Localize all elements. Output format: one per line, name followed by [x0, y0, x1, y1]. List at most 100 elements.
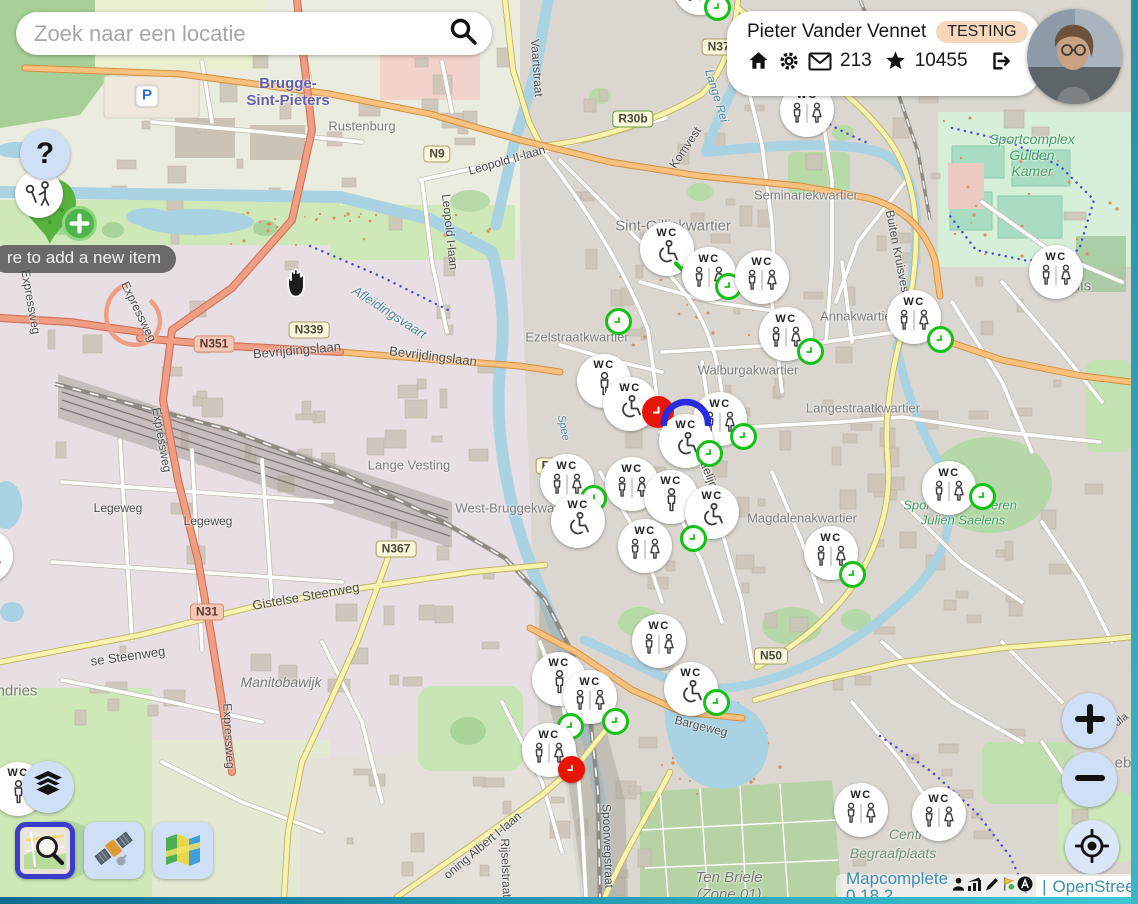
search-bar[interactable]	[16, 12, 492, 55]
marker-label: WC	[701, 491, 722, 502]
marker-label: WC	[538, 730, 559, 741]
male-female-icon	[844, 802, 878, 831]
marker-label: WC	[680, 668, 701, 679]
male-female-icon	[745, 269, 779, 298]
map-marker-toilet[interactable]: WC	[759, 307, 813, 361]
marker-label: WC	[634, 526, 655, 537]
map-marker-toilet[interactable]: WC	[618, 519, 672, 573]
marker-label: WC	[593, 360, 614, 371]
search-input[interactable]	[32, 20, 448, 48]
marker-label: WC	[928, 794, 949, 805]
page-edge-right	[1131, 0, 1138, 904]
map-marker-toilet[interactable]: WC	[834, 783, 888, 837]
male-female-icon	[573, 689, 607, 718]
marker-label: WC	[619, 383, 640, 394]
opening-hours-badge[interactable]	[605, 308, 632, 335]
crosshair-icon	[1075, 829, 1109, 866]
marker-label: WC	[775, 314, 796, 325]
basemap-switcher	[15, 822, 213, 879]
marker-label: WC	[675, 420, 696, 431]
star-count: 10455	[915, 50, 968, 72]
map-marker-toilet[interactable]: WC	[0, 529, 13, 583]
osm-link[interactable]: OpenStreetMap	[1052, 878, 1138, 895]
logout-icon[interactable]	[988, 50, 1012, 72]
map-marker-toilet[interactable]: WC	[551, 494, 605, 548]
search-icon[interactable]	[448, 16, 478, 51]
star-icon	[884, 50, 907, 72]
user-panel[interactable]: Pieter Vander Vennet TESTING 213	[727, 11, 1041, 96]
map-marker-toilet[interactable]: WC	[912, 787, 966, 841]
geolocate-button[interactable]	[1065, 820, 1119, 874]
home-icon[interactable]	[747, 50, 770, 72]
marker-label: WC	[567, 500, 588, 511]
minus-icon	[1075, 763, 1105, 796]
male-female-icon	[628, 538, 662, 567]
map-marker-toilet[interactable]: WC	[603, 377, 657, 431]
add-item-tooltip: re to add a new item	[0, 245, 176, 273]
map-marker-toilet[interactable]: WC	[632, 614, 686, 668]
wheelchair-icon	[677, 680, 705, 710]
testing-badge: TESTING	[936, 21, 1027, 43]
zoom-in-button[interactable]	[1062, 693, 1117, 748]
map-marker-toilet[interactable]: WC	[735, 250, 789, 304]
map-marker-toilet[interactable]: WC	[922, 461, 976, 515]
opening-hours-badge[interactable]	[602, 708, 629, 735]
map-marker-toilet[interactable]: WC	[664, 662, 718, 716]
contributors-icon[interactable]	[951, 876, 966, 897]
male-female-icon	[932, 480, 966, 509]
male-icon	[663, 488, 680, 518]
male-female-icon	[642, 633, 676, 662]
marker-label: WC	[656, 228, 677, 239]
edit-icon[interactable]	[984, 876, 1000, 897]
layers-button[interactable]	[22, 761, 74, 813]
opening-hours-badge	[696, 440, 723, 467]
theme-icon	[1001, 876, 1016, 897]
gear-icon[interactable]	[778, 50, 800, 72]
map-marker-toilet[interactable]: WC	[887, 290, 941, 344]
opening-hours-badge	[558, 756, 585, 783]
mapcomplete-app: Brugge- Sint-PietersRustenburgVaartstraa…	[0, 0, 1138, 904]
map-marker-toilet[interactable]: WC	[685, 485, 739, 539]
help-button[interactable]: ?	[20, 129, 70, 179]
opening-hours-badge	[797, 338, 824, 365]
map-marker-toilet[interactable]: WC	[804, 526, 858, 580]
marker-label: WC	[548, 658, 569, 669]
basemap-satellite-button[interactable]	[84, 822, 144, 879]
satellite-icon	[93, 830, 135, 872]
license-icon[interactable]	[1017, 876, 1033, 897]
male-female-icon	[790, 102, 824, 131]
marker-label: WC	[938, 468, 959, 479]
map-canvas[interactable]: Brugge- Sint-PietersRustenburgVaartstraa…	[0, 0, 1131, 897]
user-avatar[interactable]	[1027, 9, 1122, 104]
map-marker-toilet[interactable]: WC	[673, 0, 727, 15]
statistics-icon[interactable]	[967, 876, 983, 897]
map-marker-toilet[interactable]: WC	[659, 414, 713, 468]
map-marker-toilet[interactable]: WC	[682, 247, 736, 301]
marker-label: WC	[903, 297, 924, 308]
zoom-out-button[interactable]	[1062, 752, 1117, 807]
male-female-icon	[1039, 264, 1073, 293]
add-plus-icon	[62, 206, 97, 241]
map-marker-toilet[interactable]: WC	[1029, 245, 1083, 299]
user-name: Pieter Vander Vennet	[747, 21, 926, 43]
opening-hours-badge	[703, 689, 730, 716]
folded-map-icon	[163, 830, 203, 871]
attribution-divider: |	[1042, 878, 1046, 895]
opening-hours-badge	[680, 525, 707, 552]
marker-label: WC	[698, 254, 719, 265]
basemap-osm-button[interactable]	[15, 822, 75, 879]
opening-hours-badge	[927, 326, 954, 353]
marker-label: WC	[579, 677, 600, 688]
message-count: 213	[840, 50, 872, 72]
basemap-map-button[interactable]	[153, 822, 213, 879]
osm-map-search-icon	[24, 830, 66, 872]
marker-label: WC	[709, 399, 730, 410]
opening-hours-badge	[704, 0, 731, 21]
opening-hours-badge	[969, 483, 996, 510]
layers-icon	[32, 771, 64, 804]
marker-label: WC	[621, 464, 642, 475]
mail-icon[interactable]	[808, 52, 832, 71]
page-edge-bottom	[0, 897, 1131, 904]
map-marker-toilet[interactable]: WC	[522, 723, 576, 777]
marker-label: WC	[820, 533, 841, 544]
